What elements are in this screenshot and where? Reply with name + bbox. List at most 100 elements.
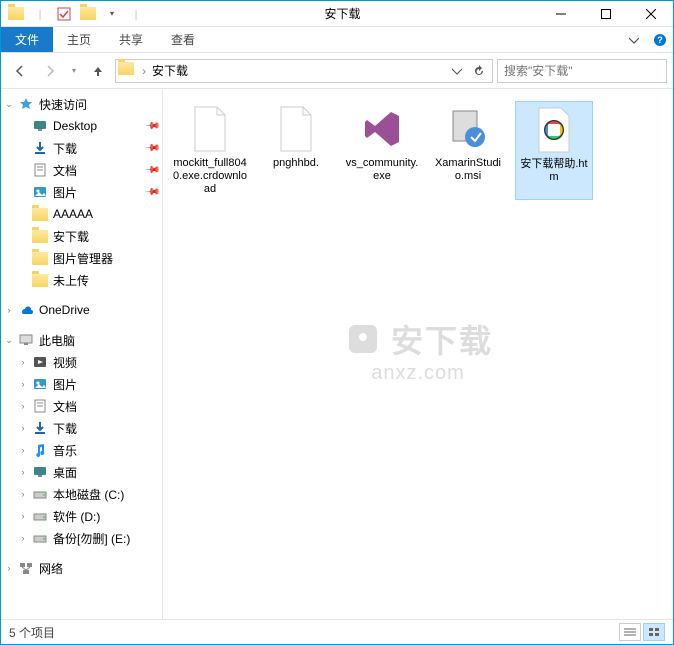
file-item[interactable]: XamarinStudio.msi [429,101,507,200]
sidebar-item[interactable]: › 文档 [1,395,162,417]
sidebar-item[interactable]: › 下载 [1,417,162,439]
file-item[interactable]: 安下载帮助.htm [515,101,593,200]
folder-icon[interactable] [5,3,27,25]
file-label: pnghhbd. [273,157,319,170]
sidebar-item[interactable]: › 视频 [1,351,162,373]
ribbon-tabs: 文件 主页 共享 查看 ? [1,27,673,53]
sidebar-item[interactable]: › 桌面 [1,461,162,483]
help-icon[interactable]: ? [647,27,673,52]
pin-icon: 📌 [143,140,160,157]
search-box[interactable] [497,59,667,83]
tree-icon [31,419,49,437]
chevron-icon[interactable]: › [15,445,31,455]
sidebar-item[interactable]: 图片 📌 [1,181,162,203]
qat-divider: | [125,3,147,25]
chevron-icon[interactable]: › [15,467,31,477]
properties-icon[interactable] [53,3,75,25]
sidebar-item[interactable]: 安下载 [1,225,162,247]
sidebar-item[interactable]: 文档 📌 [1,159,162,181]
chevron-icon[interactable]: › [15,379,31,389]
tree-icon [31,529,49,547]
qat-dropdown-icon[interactable]: ▾ [101,3,123,25]
recent-locations-button[interactable]: ▾ [67,58,81,84]
sidebar-item[interactable]: 下载 📌 [1,137,162,159]
refresh-icon[interactable] [468,60,490,82]
sidebar-network[interactable]: › 网络 [1,557,162,579]
chevron-icon[interactable]: › [1,305,17,315]
sidebar-item[interactable]: 未上传 [1,269,162,291]
item-count: 5 个项目 [9,624,55,641]
folder-icon [118,62,136,80]
file-icon [358,105,406,153]
chevron-icon[interactable]: ⌄ [1,99,17,110]
tree-icon [31,441,49,459]
sidebar-item[interactable]: › 音乐 [1,439,162,461]
tree-label: 图片 [53,376,77,393]
tree-label: 备份[勿删] (E:) [53,530,130,547]
sidebar-item[interactable]: › 本地磁盘 (C:) [1,483,162,505]
close-button[interactable] [628,1,673,27]
tree-icon [31,375,49,393]
sidebar-onedrive[interactable]: › OneDrive [1,299,162,321]
tree-label: 文档 [53,162,77,179]
title-bar: | ▾ | 安下载 [1,1,673,27]
minimize-button[interactable] [538,1,583,27]
details-view-button[interactable] [619,623,641,641]
chevron-icon[interactable]: › [15,489,31,499]
chevron-icon[interactable]: › [1,563,17,573]
sidebar-item[interactable]: › 图片 [1,373,162,395]
tree-label: 音乐 [53,442,77,459]
tree-label: 此电脑 [39,332,75,349]
navigation-pane[interactable]: ⌄ 快速访问 Desktop 📌 下载 📌 文档 📌 图片 📌 AAAAA [1,89,163,619]
tab-file[interactable]: 文件 [1,27,53,52]
sidebar-item[interactable]: AAAAA [1,203,162,225]
file-icon [444,105,492,153]
tree-icon [31,397,49,415]
sidebar-quick-access[interactable]: ⌄ 快速访问 [1,93,162,115]
breadcrumb-item[interactable]: 安下载 [148,62,192,79]
file-list-pane[interactable]: 安下载 anxz.com mockitt_full8040.exe.crdown… [163,89,673,619]
tree-label: 视频 [53,354,77,371]
tree-label: OneDrive [39,303,90,317]
chevron-icon[interactable]: › [15,423,31,433]
tree-label: 软件 (D:) [53,508,100,525]
tree-icon [31,271,49,289]
file-label: vs_community.exe [345,157,419,183]
chevron-right-icon[interactable]: › [140,64,148,78]
chevron-icon[interactable]: › [15,401,31,411]
address-dropdown-icon[interactable] [446,60,468,82]
search-input[interactable] [504,64,659,78]
file-item[interactable]: vs_community.exe [343,101,421,200]
icons-view-button[interactable] [643,623,665,641]
sidebar-this-pc[interactable]: ⌄ 此电脑 [1,329,162,351]
up-button[interactable] [85,58,111,84]
tree-icon [31,485,49,503]
file-item[interactable]: pnghhbd. [257,101,335,200]
maximize-button[interactable] [583,1,628,27]
sidebar-item[interactable]: Desktop 📌 [1,115,162,137]
file-item[interactable]: mockitt_full8040.exe.crdownload [171,101,249,200]
tree-label: 安下载 [53,228,89,245]
chevron-icon[interactable]: › [15,533,31,543]
tab-home[interactable]: 主页 [53,27,105,52]
folder-icon-2[interactable] [77,3,99,25]
back-button[interactable] [7,58,33,84]
tab-view[interactable]: 查看 [157,27,209,52]
sidebar-item[interactable]: › 备份[勿删] (E:) [1,527,162,549]
file-icon [530,106,578,154]
tree-label: Desktop [53,119,97,133]
chevron-icon[interactable]: › [15,357,31,367]
chevron-icon[interactable]: › [15,511,31,521]
file-icon [272,105,320,153]
chevron-icon[interactable]: ⌄ [1,335,17,346]
expand-ribbon-icon[interactable] [621,27,647,52]
tab-share[interactable]: 共享 [105,27,157,52]
status-bar: 5 个项目 [1,620,673,644]
sidebar-item[interactable]: 图片管理器 [1,247,162,269]
address-bar[interactable]: › 安下载 [115,59,493,83]
tree-icon [31,205,49,223]
tree-label: 图片管理器 [53,250,113,267]
sidebar-item[interactable]: › 软件 (D:) [1,505,162,527]
forward-button[interactable] [37,58,63,84]
tree-icon [31,139,49,157]
